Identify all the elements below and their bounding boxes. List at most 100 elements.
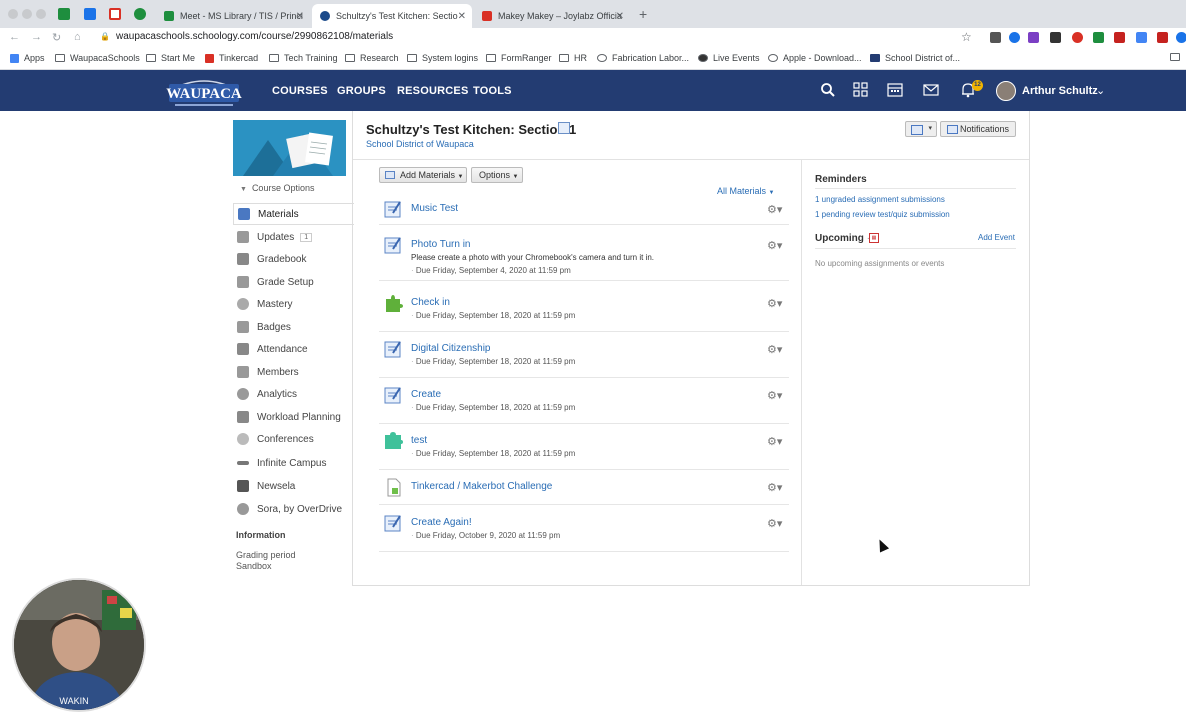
forward-arrow-icon[interactable]: → bbox=[31, 31, 42, 43]
nav-tools[interactable]: TOOLS bbox=[473, 85, 512, 97]
home-icon[interactable]: ⌂ bbox=[74, 31, 81, 43]
url-field[interactable]: 🔒 waupacaschools.schoology.com/course/299… bbox=[100, 31, 393, 42]
sidebar-item-mastery[interactable]: Mastery bbox=[233, 293, 353, 315]
sheets-pinned-tab-icon[interactable] bbox=[58, 8, 70, 20]
tab-close-icon[interactable]: ✕ bbox=[458, 11, 466, 22]
gear-icon[interactable]: ⚙▾ bbox=[767, 481, 782, 494]
extension-icon[interactable] bbox=[1072, 32, 1083, 43]
bookmark-folder[interactable]: FormRanger bbox=[486, 53, 552, 63]
bookmark-apps[interactable]: Apps bbox=[10, 53, 45, 63]
sidebar-item-materials[interactable]: Materials bbox=[233, 203, 354, 225]
tab-schoology[interactable]: Schultzy's Test Kitchen: Sectio ✕ bbox=[312, 4, 472, 28]
window-zoom-button[interactable] bbox=[36, 9, 46, 19]
sidebar-item-updates[interactable]: Updates 1 bbox=[233, 226, 353, 248]
material-item[interactable]: Digital Citizenship · Due Friday, Septem… bbox=[379, 339, 789, 378]
sidebar-item-attendance[interactable]: Attendance bbox=[233, 338, 353, 360]
material-item[interactable]: Create · Due Friday, September 18, 2020 … bbox=[379, 385, 789, 424]
search-icon[interactable] bbox=[819, 81, 837, 99]
material-item[interactable]: Tinkercad / Makerbot Challenge ⚙▾ bbox=[379, 477, 789, 505]
material-title[interactable]: test bbox=[411, 435, 427, 446]
chevron-down-icon[interactable]: ⌄ bbox=[1096, 84, 1105, 97]
nav-resources[interactable]: RESOURCES bbox=[397, 85, 468, 97]
calendar-icon[interactable] bbox=[886, 81, 904, 99]
window-close-button[interactable] bbox=[8, 9, 18, 19]
bookmark-folder[interactable]: Start Me bbox=[146, 53, 195, 63]
new-tab-plus-icon[interactable]: + bbox=[639, 6, 647, 22]
add-event-link[interactable]: Add Event bbox=[978, 233, 1015, 242]
sidebar-item-members[interactable]: Members bbox=[233, 361, 353, 383]
gear-icon[interactable]: ⚙▾ bbox=[767, 239, 782, 252]
extension-icon[interactable] bbox=[1009, 32, 1020, 43]
material-title[interactable]: Create bbox=[411, 389, 441, 400]
extension-icon[interactable] bbox=[1114, 32, 1125, 43]
material-title[interactable]: Digital Citizenship bbox=[411, 343, 490, 354]
material-item[interactable]: Check in · Due Friday, September 18, 202… bbox=[379, 293, 789, 332]
user-avatar[interactable] bbox=[996, 81, 1016, 101]
gear-icon[interactable]: ⚙▾ bbox=[767, 203, 782, 216]
material-title[interactable]: Tinkercad / Makerbot Challenge bbox=[411, 481, 552, 492]
other-bookmarks-folder[interactable] bbox=[1170, 53, 1185, 61]
bookmark-folder[interactable]: WaupacaSchools bbox=[55, 53, 140, 63]
gear-icon[interactable]: ⚙▾ bbox=[767, 389, 782, 402]
reminder-link-pending-review[interactable]: 1 pending review test/quiz submission bbox=[815, 210, 950, 219]
add-materials-button[interactable]: Add Materials ▼ bbox=[379, 167, 467, 183]
gear-icon[interactable]: ⚙▾ bbox=[767, 435, 782, 448]
tab-meet[interactable]: Meet - MS Library / TIS / Princi ✕ bbox=[156, 4, 310, 28]
gear-icon[interactable]: ⚙▾ bbox=[767, 297, 782, 310]
user-name[interactable]: Arthur Schultz bbox=[1022, 85, 1098, 97]
extension-icon[interactable] bbox=[1093, 32, 1104, 43]
apps-grid-icon[interactable] bbox=[852, 81, 870, 99]
extension-icon[interactable] bbox=[1050, 32, 1061, 43]
bookmark-folder[interactable]: HR bbox=[559, 53, 587, 63]
hangouts-pinned-tab-icon[interactable] bbox=[134, 8, 146, 20]
gmail-pinned-tab-icon[interactable] bbox=[109, 8, 121, 20]
calendar-icon[interactable]: ▦ bbox=[869, 233, 879, 243]
gear-icon[interactable]: ⚙▾ bbox=[767, 343, 782, 356]
material-title[interactable]: Music Test bbox=[411, 203, 458, 214]
bookmark-link[interactable]: School District of... bbox=[870, 53, 960, 63]
calendar-pinned-tab-icon[interactable] bbox=[84, 8, 96, 20]
gear-icon[interactable]: ⚙▾ bbox=[767, 517, 782, 530]
messages-icon[interactable] bbox=[922, 81, 940, 99]
tab-close-icon[interactable]: ✕ bbox=[296, 11, 304, 22]
course-options-toggle[interactable]: ▼ Course Options bbox=[240, 183, 314, 193]
options-button[interactable]: Options ▼ bbox=[471, 167, 523, 183]
bookmark-link[interactable]: Live Events bbox=[698, 53, 760, 63]
material-item[interactable]: Photo Turn in Please create a photo with… bbox=[379, 235, 789, 281]
notifications-button[interactable]: Notifications bbox=[940, 121, 1016, 137]
nav-groups[interactable]: GROUPS bbox=[337, 85, 386, 97]
extension-icon[interactable] bbox=[1157, 32, 1168, 43]
bookmark-folder[interactable]: System logins bbox=[407, 53, 478, 63]
waupaca-logo[interactable]: WAUPACA bbox=[165, 70, 243, 111]
reload-icon[interactable]: ↻ bbox=[52, 31, 61, 44]
reminder-link-ungraded[interactable]: 1 ungraded assignment submissions bbox=[815, 195, 945, 204]
sidebar-item-badges[interactable]: Badges bbox=[233, 316, 353, 338]
tab-close-icon[interactable]: ✕ bbox=[616, 11, 624, 22]
bookmark-star-icon[interactable]: ☆ bbox=[961, 30, 972, 44]
nav-courses[interactable]: COURSES bbox=[272, 85, 328, 97]
window-minimize-button[interactable] bbox=[22, 9, 32, 19]
view-toggle-button[interactable]: ▾ bbox=[905, 121, 937, 137]
back-arrow-icon[interactable]: ← bbox=[9, 31, 20, 43]
material-item[interactable]: Create Again! · Due Friday, October 9, 2… bbox=[379, 513, 789, 552]
bookmark-folder[interactable]: Tech Training bbox=[269, 53, 338, 63]
extension-icon[interactable] bbox=[1028, 32, 1039, 43]
sidebar-item-infinite-campus[interactable]: Infinite Campus bbox=[233, 452, 353, 474]
sidebar-item-conferences[interactable]: Conferences bbox=[233, 428, 353, 450]
material-title[interactable]: Create Again! bbox=[411, 517, 472, 528]
material-title[interactable]: Photo Turn in bbox=[411, 239, 470, 250]
bookmark-folder[interactable]: Research bbox=[345, 53, 399, 63]
sidebar-item-analytics[interactable]: Analytics bbox=[233, 383, 353, 405]
material-item[interactable]: Music Test ⚙▾ bbox=[379, 199, 789, 225]
material-title[interactable]: Check in bbox=[411, 297, 450, 308]
extension-icon[interactable] bbox=[1136, 32, 1147, 43]
tab-makey-makey[interactable]: Makey Makey – Joylabz Officia ✕ bbox=[474, 4, 630, 28]
school-link[interactable]: School District of Waupaca bbox=[366, 139, 474, 149]
material-item[interactable]: test · Due Friday, September 18, 2020 at… bbox=[379, 431, 789, 470]
bookmark-link[interactable]: Apple - Download... bbox=[768, 53, 862, 63]
sidebar-item-grade-setup[interactable]: Grade Setup bbox=[233, 271, 353, 293]
bookmark-link[interactable]: Tinkercad bbox=[205, 53, 258, 63]
sidebar-item-workload-planning[interactable]: Workload Planning bbox=[233, 406, 353, 428]
bookmark-link[interactable]: Fabrication Labor... bbox=[597, 53, 689, 63]
all-materials-filter[interactable]: All Materials ▼ bbox=[717, 186, 774, 196]
